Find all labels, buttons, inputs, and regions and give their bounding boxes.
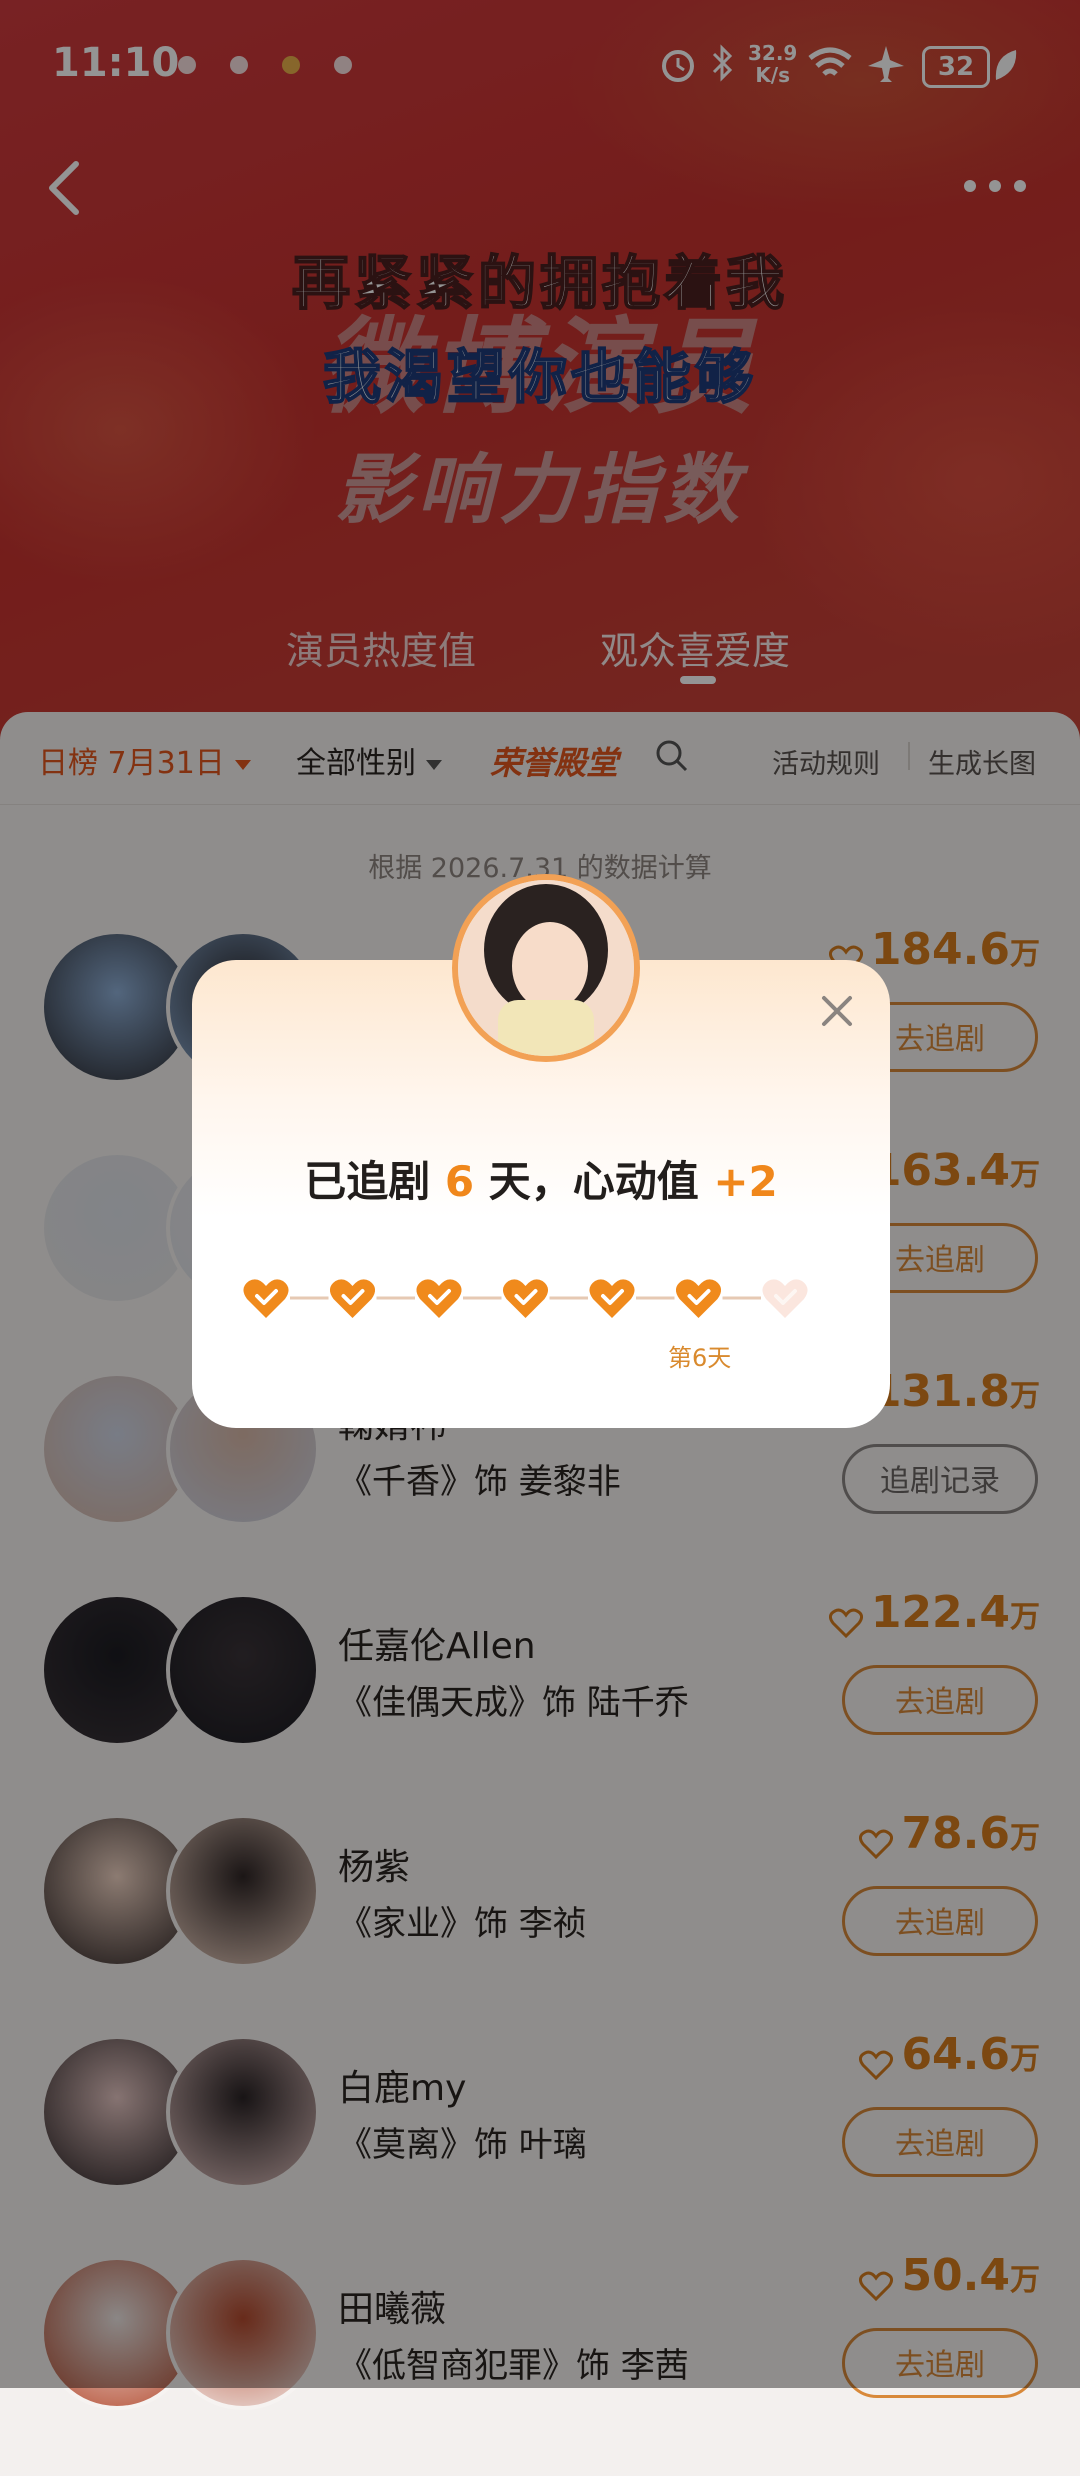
streak-chain: [243, 1279, 808, 1318]
streak-message: 已追剧 6 天，心动值 +2: [304, 1157, 778, 1206]
heart-check-icon: [589, 1279, 635, 1318]
heart-check-icon: [416, 1279, 462, 1318]
heart-empty-icon: [762, 1279, 808, 1318]
heart-check-icon: [329, 1279, 376, 1318]
current-day-label: 第6天: [668, 1344, 732, 1372]
heart-check-icon: [243, 1279, 289, 1318]
modal-avatar: [452, 874, 640, 1062]
heart-check-icon: [502, 1279, 549, 1318]
close-icon[interactable]: [820, 994, 854, 1028]
heart-check-icon: [675, 1279, 722, 1318]
